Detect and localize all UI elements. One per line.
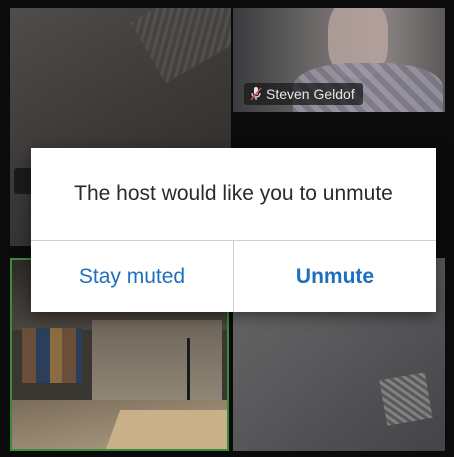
ceiling-beam bbox=[130, 8, 231, 84]
stay-muted-button[interactable]: Stay muted bbox=[31, 241, 233, 312]
room-table bbox=[103, 410, 227, 449]
ceiling-vent bbox=[379, 372, 433, 426]
dialog-message: The host would like you to unmute bbox=[31, 148, 436, 241]
room-wall bbox=[92, 320, 222, 400]
unmute-request-dialog: The host would like you to unmute Stay m… bbox=[31, 148, 436, 312]
muted-mic-icon bbox=[250, 86, 262, 102]
participant-name: Steven Geldof bbox=[266, 86, 355, 102]
participant-name-tag: Steven Geldof bbox=[244, 83, 363, 105]
wall-posters bbox=[22, 328, 82, 383]
unmute-button[interactable]: Unmute bbox=[234, 241, 436, 312]
dialog-actions: Stay muted Unmute bbox=[31, 241, 436, 312]
